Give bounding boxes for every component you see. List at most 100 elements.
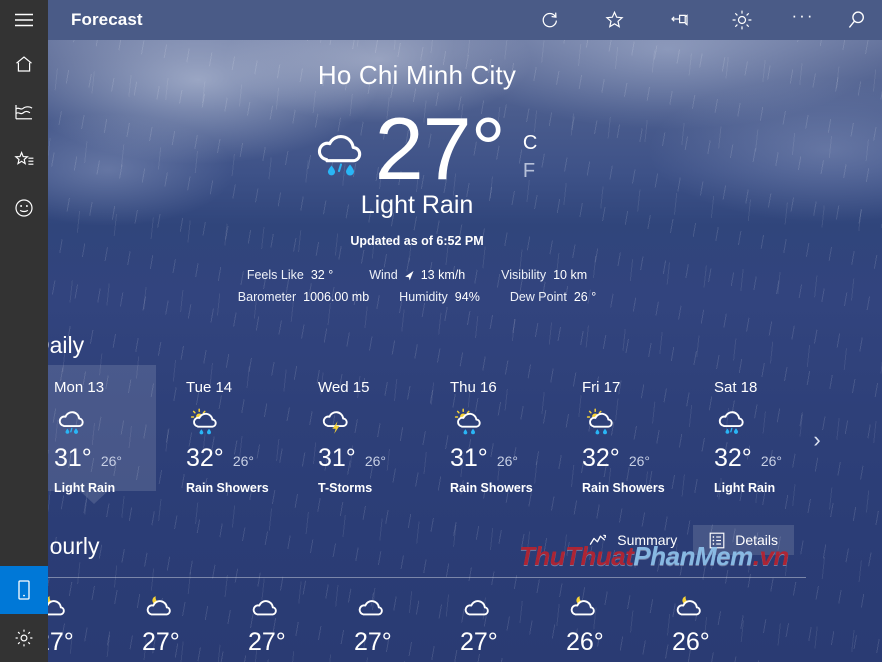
watermark-part-1: ThuThuat xyxy=(519,541,634,571)
sidebar-item-feedback[interactable] xyxy=(0,184,48,232)
daily-forecast: ‹ › Mon 13 31° 26° xyxy=(0,365,834,525)
daily-day-name: Sat 18 xyxy=(714,379,758,396)
daily-temps: 31° 26° xyxy=(318,444,432,473)
details-row-1: Feels Like 32 ° Wind 13 km/h Visibility … xyxy=(0,264,834,286)
hourly-card[interactable]: 27° Mostly Cloudy xyxy=(36,592,142,662)
watermark-part-2: PhanMem xyxy=(633,541,753,571)
watermark-part-3: .vn xyxy=(752,541,790,571)
detail-value: 26 ° xyxy=(573,290,597,304)
daily-high: 32° xyxy=(582,444,620,472)
daily-condition: Light Rain xyxy=(714,481,776,495)
moon-cloud-icon xyxy=(672,592,778,622)
daily-low: 26° xyxy=(628,453,650,469)
sidebar-item-settings[interactable] xyxy=(0,614,48,662)
detail-barometer: Barometer 1006.00 mb xyxy=(238,286,369,308)
daily-condition: Rain Showers xyxy=(450,481,533,495)
daily-low: 26° xyxy=(100,453,122,469)
detail-value: 10 km xyxy=(553,268,588,282)
detail-visibility: Visibility 10 km xyxy=(501,264,587,286)
daily-high: 31° xyxy=(54,444,92,472)
detail-wind: Wind 13 km/h xyxy=(369,264,465,286)
hourly-card[interactable]: 26° Mostly Cloudy xyxy=(566,592,672,662)
daily-condition: T-Storms xyxy=(318,481,373,495)
daily-card[interactable]: Fri 17 32° 26° Rain Showers xyxy=(564,365,696,525)
navigation-rail-bottom xyxy=(0,566,48,662)
moon-cloud-icon xyxy=(36,592,142,622)
daily-section-title: Daily xyxy=(33,332,85,358)
sun-rain-icon xyxy=(186,406,300,440)
daily-low: 26° xyxy=(364,453,386,469)
weather-app-window: Forecast ··· Ho Chi Minh City 27° C F Li… xyxy=(0,0,882,662)
detail-value: 94% xyxy=(454,290,480,304)
thunderstorm-icon xyxy=(318,406,432,440)
city-name: Ho Chi Minh City xyxy=(317,60,517,90)
cloudy-icon xyxy=(248,592,354,622)
hourly-temp: 26° xyxy=(566,628,604,656)
daily-temps: 31° 26° xyxy=(450,444,564,473)
hourly-track: 27° Mostly Cloudy 27° Mostly Cloudy xyxy=(0,592,834,662)
unit-celsius[interactable]: C xyxy=(523,129,537,157)
hourly-temp: 27° xyxy=(460,628,498,656)
daily-temps: 31° 26° xyxy=(54,444,168,473)
hourly-card[interactable]: 27° Cloudy xyxy=(248,592,354,662)
daily-high: 31° xyxy=(318,444,356,472)
hourly-card[interactable]: 27° Mostly Cloudy xyxy=(142,592,248,662)
hourly-temp: 27° xyxy=(36,628,74,656)
detail-dew-point: Dew Point 26 ° xyxy=(510,286,596,308)
watermark: ThuThuatPhanMem.vn xyxy=(519,541,789,572)
daily-track: Mon 13 31° 26° Light Rain Tue 14 32° 26°… xyxy=(36,365,834,525)
daily-card[interactable]: Tue 14 32° 26° Rain Showers xyxy=(168,365,300,525)
daily-card[interactable]: Thu 16 31° 26° Rain Showers xyxy=(432,365,564,525)
detail-value: 13 km/h xyxy=(420,268,466,282)
hourly-divider xyxy=(33,577,806,578)
current-condition: Light Rain xyxy=(360,191,474,219)
hourly-card[interactable]: 27° Cloudy xyxy=(354,592,460,662)
detail-feels-like: Feels Like 32 ° xyxy=(247,264,333,286)
sun-rain-icon xyxy=(582,406,696,440)
detail-humidity: Humidity 94% xyxy=(399,286,480,308)
sidebar-item-favorites[interactable] xyxy=(0,136,48,184)
hamburger-icon[interactable] xyxy=(0,0,48,40)
unit-fahrenheit[interactable]: F xyxy=(523,157,535,185)
navigation-rail xyxy=(0,0,48,662)
daily-high: 31° xyxy=(450,444,488,472)
daily-next-button[interactable]: › xyxy=(806,423,828,457)
moon-cloud-icon xyxy=(566,592,672,622)
daily-temps: 32° 26° xyxy=(582,444,696,473)
hourly-temp: 27° xyxy=(248,628,286,656)
hourly-temp: 27° xyxy=(142,628,180,656)
detail-label: Visibility xyxy=(501,268,547,282)
daily-day-name: Mon 13 xyxy=(54,379,105,396)
daily-day-name: Tue 14 xyxy=(186,379,233,396)
current-conditions-row: 27° C F xyxy=(0,101,834,197)
daily-low: 26° xyxy=(232,453,254,469)
daily-temps: 32° 26° xyxy=(186,444,300,473)
daily-low: 26° xyxy=(496,453,518,469)
daily-card[interactable]: Sun 3 xyxy=(828,365,834,525)
detail-label: Dew Point xyxy=(509,290,567,304)
daily-low: 26° xyxy=(760,453,782,469)
detail-label: Barometer xyxy=(237,290,297,304)
hourly-card[interactable]: 27° Cloudy xyxy=(460,592,566,662)
detail-label: Wind xyxy=(369,268,398,282)
hourly-temp: 27° xyxy=(354,628,392,656)
hourly-temp: 26° xyxy=(672,628,710,656)
daily-card[interactable]: Wed 15 31° 26° T-Storms xyxy=(300,365,432,525)
details-row-2: Barometer 1006.00 mb Humidity 94% Dew Po… xyxy=(0,286,834,308)
sidebar-item-send-to-device[interactable] xyxy=(0,566,48,614)
detail-value: 1006.00 mb xyxy=(303,290,370,304)
daily-day-name: Thu 16 xyxy=(450,379,497,396)
hourly-card[interactable]: 26° Mostly Cloudy xyxy=(672,592,778,662)
sidebar-item-maps[interactable] xyxy=(0,88,48,136)
sidebar-item-forecast[interactable] xyxy=(0,40,48,88)
current-temperature: 27° xyxy=(374,99,506,198)
cloudy-icon xyxy=(354,592,460,622)
daily-card[interactable]: Mon 13 31° 26° Light Rain xyxy=(36,365,168,525)
light-rain-icon xyxy=(309,129,371,186)
moon-cloud-icon xyxy=(142,592,248,622)
daily-high: 32° xyxy=(714,444,752,472)
detail-label: Humidity xyxy=(399,290,448,304)
daily-day-name: Wed 15 xyxy=(318,379,370,396)
unit-toggle: C F xyxy=(523,129,537,185)
daily-condition: Light Rain xyxy=(54,481,116,495)
